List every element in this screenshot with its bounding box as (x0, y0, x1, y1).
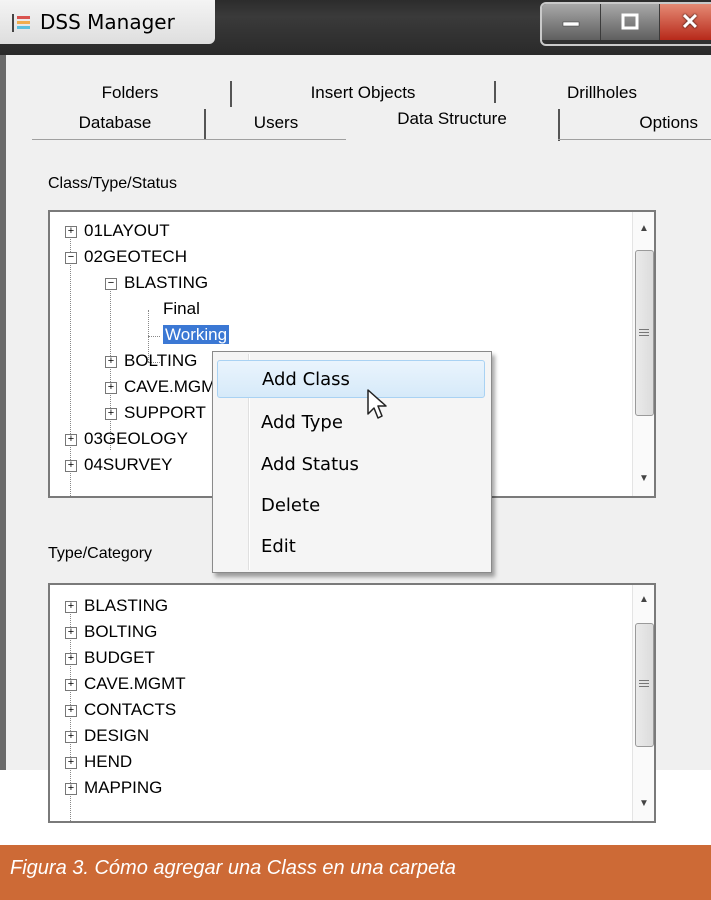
tab-label: Insert Objects (310, 83, 416, 102)
tree-item[interactable]: BOLTING (124, 348, 197, 374)
scroll-up-icon[interactable]: ▲ (633, 218, 654, 240)
thumb-grip (639, 332, 649, 333)
tab-label: Data Structure (397, 109, 507, 128)
close-icon: ✕ (680, 9, 700, 34)
tree-item[interactable]: CAVE.MGMT (84, 671, 186, 697)
tree-item[interactable]: BUDGET (84, 645, 155, 671)
tree-item[interactable]: BOLTING (84, 619, 157, 645)
menu-item-edit[interactable]: Edit (217, 528, 485, 566)
tab-label: Folders (101, 83, 159, 102)
tab-users[interactable]: Users (206, 107, 346, 139)
thumb-grip (639, 335, 649, 336)
type-tree[interactable]: + BLASTING + BOLTING + BUDGET + CAVE.MGM… (48, 583, 656, 823)
tab-folders[interactable]: Folders (30, 79, 230, 107)
tab-data-structure[interactable]: Data Structure (346, 103, 558, 141)
figure-caption: Figura 3. Cómo agregar una Class en una … (10, 857, 456, 879)
menu-item-add-status[interactable]: Add Status (217, 446, 485, 484)
expand-icon[interactable]: + (105, 408, 117, 420)
window-title: DSS Manager (40, 10, 175, 34)
close-button[interactable]: ✕ (660, 4, 711, 40)
scroll-down-icon[interactable]: ▼ (633, 468, 654, 490)
tab-label: Options (639, 113, 698, 132)
tab-options[interactable]: Options (560, 107, 708, 139)
scroll-thumb[interactable] (635, 623, 654, 747)
tab-label: Drillholes (567, 83, 637, 102)
expand-icon[interactable]: + (65, 460, 77, 472)
expand-icon[interactable]: + (105, 356, 117, 368)
tree-item-selected[interactable]: Working (163, 322, 230, 348)
tree-item[interactable]: 01LAYOUT (84, 218, 170, 244)
maximize-icon (621, 13, 639, 30)
expand-icon[interactable]: + (65, 679, 77, 691)
scroll-up-icon[interactable]: ▲ (633, 589, 654, 611)
context-menu: Add Class Add Type Add Status Delete Edi… (212, 351, 492, 573)
tree-line (148, 336, 160, 337)
tree-item[interactable]: HEND (84, 749, 132, 775)
scroll-down-icon[interactable]: ▼ (633, 793, 654, 815)
tree-item[interactable]: BLASTING (84, 593, 168, 619)
expand-icon[interactable]: + (65, 757, 77, 769)
tree-item[interactable]: DESIGN (84, 723, 149, 749)
thumb-grip (639, 683, 649, 684)
expand-icon[interactable]: + (65, 601, 77, 613)
minimize-button[interactable] (542, 4, 601, 40)
mouse-pointer-icon (367, 389, 387, 419)
scroll-thumb[interactable] (635, 250, 654, 416)
expand-icon[interactable]: + (105, 382, 117, 394)
class-tree-scrollbar[interactable]: ▲ ▼ (632, 212, 654, 496)
tree-item[interactable]: CAVE.MGMT (124, 374, 226, 400)
thumb-grip (639, 686, 649, 687)
window-controls: ✕ (540, 2, 711, 46)
maximize-button[interactable] (601, 4, 660, 40)
menu-item-delete[interactable]: Delete (217, 487, 485, 525)
tab-label: Database (78, 113, 152, 132)
expand-icon[interactable]: + (65, 653, 77, 665)
tree-item[interactable]: 03GEOLOGY (84, 426, 188, 452)
tree-item[interactable]: MAPPING (84, 775, 162, 801)
expand-icon[interactable]: + (65, 731, 77, 743)
tree-item[interactable]: CONTACTS (84, 697, 176, 723)
tree-item[interactable]: BLASTING (124, 270, 208, 296)
collapse-icon[interactable]: − (105, 278, 117, 290)
tree-item[interactable]: SUPPORT (124, 400, 206, 426)
class-tree-label: Class/Type/Status (48, 175, 177, 192)
expand-icon[interactable]: + (65, 705, 77, 717)
app-icon (12, 14, 30, 32)
tab-database[interactable]: Database (26, 107, 204, 139)
tab-label: Users (253, 113, 299, 132)
tree-item[interactable]: 02GEOTECH (84, 244, 187, 270)
title-area: DSS Manager (0, 0, 215, 44)
tree-item[interactable]: 04SURVEY (84, 452, 173, 478)
menu-item-add-class[interactable]: Add Class (217, 360, 485, 398)
thumb-grip (639, 680, 649, 681)
expand-icon[interactable]: + (65, 783, 77, 795)
expand-icon[interactable]: + (65, 434, 77, 446)
title-bar: DSS Manager ✕ (0, 0, 711, 55)
selected-label: Working (163, 325, 230, 344)
thumb-grip (639, 329, 649, 330)
collapse-icon[interactable]: − (65, 252, 77, 264)
tree-item[interactable]: Final (163, 296, 200, 322)
figure-caption-bar: Figura 3. Cómo agregar una Class en una … (0, 845, 711, 900)
type-tree-scrollbar[interactable]: ▲ ▼ (632, 585, 654, 821)
type-tree-label: Type/Category (48, 545, 153, 562)
menu-item-add-type[interactable]: Add Type (217, 404, 485, 442)
minimize-icon (562, 21, 580, 27)
expand-icon[interactable]: + (65, 226, 77, 238)
expand-icon[interactable]: + (65, 627, 77, 639)
